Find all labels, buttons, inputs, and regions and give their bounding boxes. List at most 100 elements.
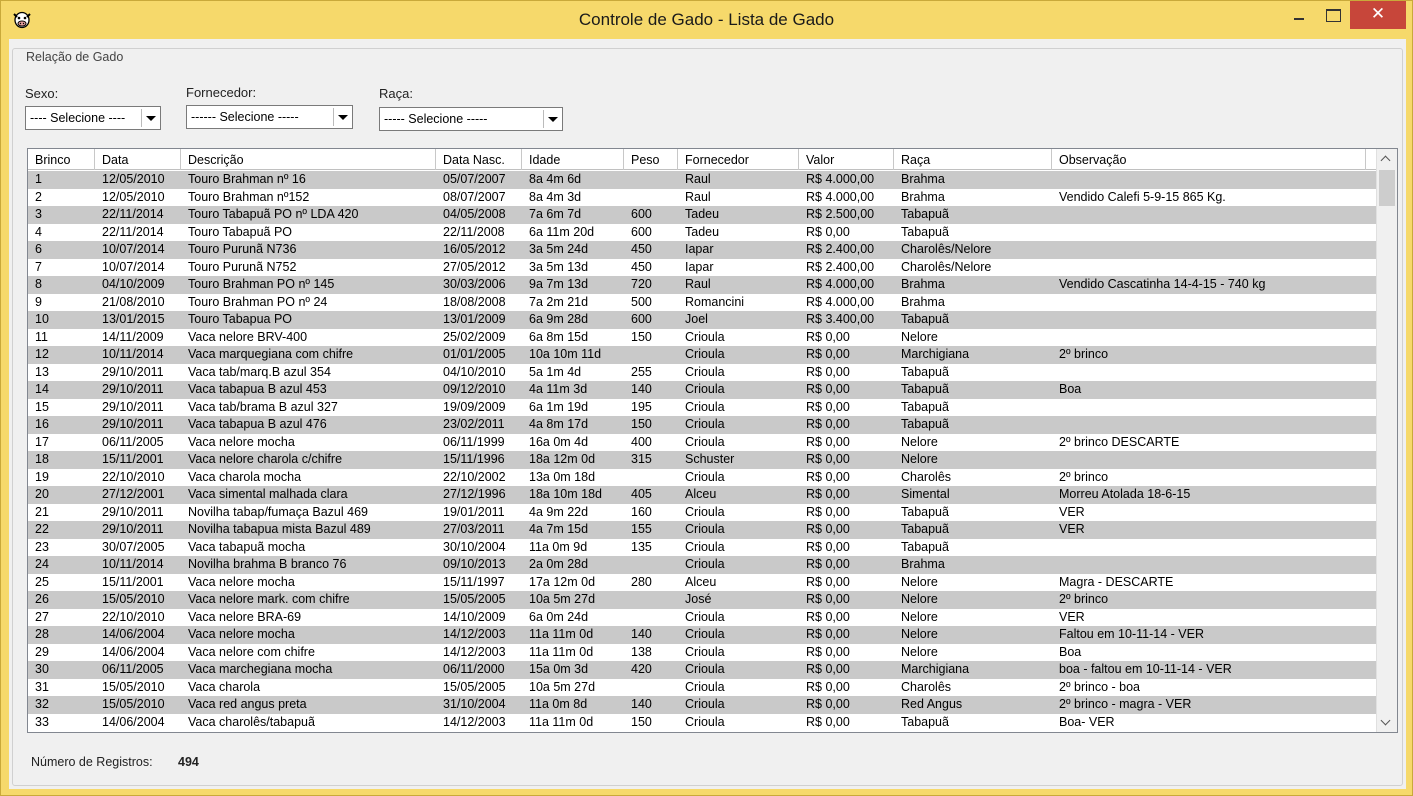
scroll-down-icon[interactable] <box>1377 715 1397 732</box>
cell-data: 22/10/2010 <box>102 469 165 484</box>
cell-peso: 600 <box>631 312 652 326</box>
table-row[interactable]: 1 12/05/2010 Touro Brahman nº 16 05/07/2007… <box>28 171 1376 189</box>
cell-fornecedor: Tadeu <box>685 224 720 239</box>
table-row[interactable]: 31 15/05/2010 Vaca charola 15/05/2005 10a 5m… <box>28 679 1376 697</box>
table-row[interactable]: 13 29/10/2011 Vaca tab/marq.B azul 354 04/1… <box>28 364 1376 382</box>
cell-data: 12/05/2010 <box>102 189 165 204</box>
table-row[interactable]: 25 15/11/2001 Vaca nelore mocha 15/11/1997 1… <box>28 574 1376 592</box>
column-header-fornecedor[interactable]: Fornecedor <box>678 149 799 170</box>
table-row[interactable]: 9 21/08/2010 Touro Brahman PO nº 24 18/08/2… <box>28 294 1376 312</box>
cell-data: 14/11/2009 <box>102 329 164 344</box>
table-row[interactable]: 12 10/11/2014 Vaca marquegiana com chifre 0… <box>28 346 1376 364</box>
cell-raca: Brahma <box>901 294 945 309</box>
cell-descricao: Vaca nelore BRV-400 <box>188 329 308 344</box>
vertical-scrollbar[interactable] <box>1376 149 1397 732</box>
table-row[interactable]: 4 22/11/2014 Touro Tabapuã PO 22/11/2008 6a … <box>28 224 1376 242</box>
table-row[interactable]: 23 30/07/2005 Vaca tabapuã mocha 30/10/2004… <box>28 539 1376 557</box>
minimize-button[interactable] <box>1282 1 1316 29</box>
cell-fornecedor: Raul <box>685 189 711 204</box>
titlebar[interactable]: Controle de Gado - Lista de Gado ✕ <box>1 1 1412 39</box>
cell-idade: 17a 12m 0d <box>529 574 596 589</box>
table-row[interactable]: 20 27/12/2001 Vaca simental malhada clara 2… <box>28 486 1376 504</box>
scroll-thumb[interactable] <box>1379 170 1395 206</box>
table-row[interactable]: 6 10/07/2014 Touro Purunã N736 16/05/2012 3a… <box>28 241 1376 259</box>
column-header-idade[interactable]: Idade <box>522 149 624 170</box>
table-row[interactable]: 8 04/10/2009 Touro Brahman PO nº 145 30/03/… <box>28 276 1376 294</box>
table-row[interactable]: 2 12/05/2010 Touro Brahman nº152 08/07/2007… <box>28 189 1376 207</box>
table-row[interactable]: 16 29/10/2011 Vaca tabapua B azul 476 23/02… <box>28 416 1376 434</box>
cell-peso: 600 <box>631 224 652 239</box>
column-header-raca[interactable]: Raça <box>894 149 1052 170</box>
table-row[interactable]: 22 29/10/2011 Novilha tabapua mista Bazul … <box>28 521 1376 539</box>
cell-valor: R$ 0,00 <box>806 714 850 729</box>
column-header-data-nasc[interactable]: Data Nasc. <box>436 149 522 170</box>
table-row[interactable]: 30 06/11/2005 Vaca marchegiana mocha 06/11/… <box>28 661 1376 679</box>
cell-fornecedor: Crioula <box>685 557 725 571</box>
cattle-table[interactable]: Brinco Data Descrição Data Nasc. Idade Peso Fo… <box>27 148 1398 733</box>
table-row[interactable]: 7 10/07/2014 Touro Purunã N752 27/05/2012 3a… <box>28 259 1376 277</box>
table-row[interactable]: 15 29/10/2011 Vaca tab/brama B azul 327 19/… <box>28 399 1376 417</box>
cell-raca: Red Angus <box>901 697 963 711</box>
cell-peso: 400 <box>631 434 652 449</box>
cell-data-nasc: 04/10/2010 <box>443 364 506 379</box>
cell-observacao <box>1059 540 1365 556</box>
close-button[interactable]: ✕ <box>1350 1 1406 29</box>
cell-data: 15/05/2010 <box>102 697 165 711</box>
cell-descricao: Vaca charola mocha <box>188 469 302 484</box>
cell-raca: Tabapuã <box>901 504 949 519</box>
table-row[interactable]: 29 14/06/2004 Vaca nelore com chifre 14/12/… <box>28 644 1376 662</box>
raca-select[interactable]: ----- Selecione ----- <box>379 107 563 131</box>
sexo-select[interactable]: ---- Selecione ---- <box>25 106 161 130</box>
cell-idade: 10a 5m 27d <box>529 592 596 606</box>
cell-descricao: Vaca nelore mocha <box>188 574 295 589</box>
raca-label: Raça: <box>379 86 413 101</box>
column-header-brinco[interactable]: Brinco <box>28 149 95 170</box>
table-row[interactable]: 28 14/06/2004 Vaca nelore mocha 14/12/2003 1… <box>28 626 1376 644</box>
table-row[interactable]: 3 22/11/2014 Touro Tabapuã PO nº LDA 420 04… <box>28 206 1376 224</box>
cell-fornecedor: Crioula <box>685 697 725 711</box>
column-header-data[interactable]: Data <box>95 149 181 170</box>
cell-descricao: Vaca nelore charola c/chifre <box>188 452 343 466</box>
cell-descricao: Vaca tabapuã mocha <box>188 539 306 554</box>
cell-valor: R$ 0,00 <box>806 662 850 676</box>
column-header-peso[interactable]: Peso <box>624 149 678 170</box>
table-row[interactable]: 18 15/11/2001 Vaca nelore charola c/chifre… <box>28 451 1376 469</box>
column-header-valor[interactable]: Valor <box>799 149 894 170</box>
chevron-down-icon[interactable] <box>543 110 560 128</box>
cell-observacao <box>1059 225 1365 241</box>
cell-idade: 18a 10m 18d <box>529 487 602 501</box>
table-row[interactable]: 17 06/11/2005 Vaca nelore mocha 06/11/1999 1… <box>28 434 1376 452</box>
cell-raca: Tabapuã <box>901 399 949 414</box>
raca-select-value: ----- Selecione ----- <box>384 112 488 126</box>
cell-data-nasc: 25/02/2009 <box>443 329 506 344</box>
chevron-down-icon[interactable] <box>333 108 350 126</box>
cell-fornecedor: Tadeu <box>685 207 720 221</box>
table-row[interactable]: 33 14/06/2004 Vaca charolês/tabapuã 14/12/2… <box>28 714 1376 732</box>
column-header-observacao[interactable]: Observação <box>1052 149 1366 170</box>
cell-valor: R$ 4.000,00 <box>806 189 875 204</box>
record-count-label: Número de Registros: <box>31 755 153 769</box>
table-row[interactable]: 32 15/05/2010 Vaca red angus preta 31/10/20… <box>28 696 1376 714</box>
scroll-up-icon[interactable] <box>1377 151 1397 168</box>
maximize-button[interactable] <box>1316 1 1350 29</box>
column-header-descricao[interactable]: Descrição <box>181 149 436 170</box>
cell-observacao <box>1059 207 1365 223</box>
table-row[interactable]: 26 15/05/2010 Vaca nelore mark. com chifre… <box>28 591 1376 609</box>
cell-idade: 16a 0m 4d <box>529 434 589 449</box>
table-row[interactable]: 11 14/11/2009 Vaca nelore BRV-400 25/02/200… <box>28 329 1376 347</box>
cell-peso: 405 <box>631 487 652 501</box>
table-row[interactable]: 10 13/01/2015 Touro Tabapua PO 13/01/2009 6a… <box>28 311 1376 329</box>
table-row[interactable]: 27 22/10/2010 Vaca nelore BRA-69 14/10/2009… <box>28 609 1376 627</box>
cell-raca: Tabapuã <box>901 382 949 396</box>
table-row[interactable]: 21 29/10/2011 Novilha tabap/fumaça Bazul 4… <box>28 504 1376 522</box>
cell-data: 10/07/2014 <box>102 259 165 274</box>
chevron-down-icon[interactable] <box>141 109 158 127</box>
table-row[interactable]: 14 29/10/2011 Vaca tabapua B azul 453 09/12… <box>28 381 1376 399</box>
cell-fornecedor: Joel <box>685 312 708 326</box>
cell-descricao: Vaca marchegiana mocha <box>188 662 333 676</box>
cell-descricao: Vaca red angus preta <box>188 697 307 711</box>
table-row[interactable]: 24 10/11/2014 Novilha brahma B branco 76 09… <box>28 556 1376 574</box>
cell-idade: 8a 4m 3d <box>529 189 582 204</box>
fornecedor-select[interactable]: ------ Selecione ----- <box>186 105 353 129</box>
table-row[interactable]: 19 22/10/2010 Vaca charola mocha 22/10/2002… <box>28 469 1376 487</box>
